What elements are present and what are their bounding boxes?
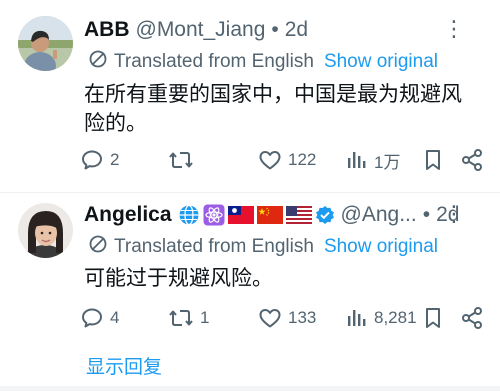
tweet-header: Angelica @Ang... • 2d ⋮: [84, 201, 484, 229]
repost-button[interactable]: [168, 145, 200, 175]
heart-icon: [259, 309, 281, 328]
reply-count: 2: [110, 150, 120, 169]
avatar[interactable]: [18, 16, 73, 71]
name-emojis: [178, 204, 338, 226]
author-name[interactable]: ABB: [84, 18, 130, 42]
share-icon: [462, 149, 482, 171]
repost-icon: [169, 152, 193, 168]
separator-dot: •: [422, 203, 431, 226]
translated-label: Translated from English: [114, 236, 314, 257]
views-count: 8,281: [374, 308, 417, 327]
repost-count: 1: [200, 308, 210, 327]
views-icon: [348, 310, 366, 326]
translation-bar: Translated from English Show original: [88, 49, 438, 75]
reply-button[interactable]: 4: [80, 303, 119, 333]
author-name[interactable]: Angelica: [84, 203, 172, 227]
atom-icon: [203, 204, 225, 226]
translate-off-icon: [88, 234, 108, 260]
translation-bar: Translated from English Show original: [88, 234, 438, 260]
heart-icon: [259, 151, 281, 170]
translate-off-icon: [88, 49, 108, 75]
tweet-text: 在所有重要的国家中，中国是最为规避风险的。: [84, 83, 462, 135]
avatar[interactable]: [18, 203, 73, 258]
more-options-icon[interactable]: ⋮: [443, 201, 466, 227]
bookmark-icon: [426, 150, 440, 170]
share-button[interactable]: [460, 145, 484, 175]
reply-count: 4: [110, 308, 120, 327]
show-original-link[interactable]: Show original: [324, 236, 438, 258]
like-button[interactable]: 122: [258, 145, 316, 175]
bookmark-icon: [426, 308, 440, 328]
reply-icon: [82, 308, 102, 328]
share-button[interactable]: [460, 303, 484, 333]
like-count: 133: [288, 308, 317, 327]
reply-icon: [82, 150, 102, 170]
share-icon: [462, 307, 482, 329]
avatar-image: [18, 203, 73, 258]
like-button[interactable]: 133: [258, 303, 316, 333]
more-options-icon[interactable]: ⋮: [443, 16, 466, 42]
author-handle[interactable]: @Ang...: [341, 203, 417, 227]
taiwan-flag-icon: [227, 206, 254, 224]
usa-flag-icon: [285, 206, 312, 224]
bookmark-button[interactable]: [422, 145, 444, 175]
separator-dot: •: [271, 18, 279, 41]
tweet-text: 可能过于规避风险。: [84, 267, 273, 290]
tweet[interactable]: ABB @Mont_Jiang • 2d ⋮ Translated from E…: [0, 0, 500, 192]
bottom-divider: [0, 386, 500, 391]
tweet-header: ABB @Mont_Jiang • 2d ⋮: [84, 16, 484, 44]
views-button[interactable]: 1万: [346, 145, 400, 175]
globe-icon: [179, 204, 199, 226]
bookmark-button[interactable]: [422, 303, 444, 333]
like-count: 122: [288, 150, 317, 169]
timestamp[interactable]: 2d: [285, 18, 308, 42]
repost-button[interactable]: 1: [168, 303, 209, 333]
repost-icon: [169, 310, 193, 326]
views-button[interactable]: 8,281: [346, 303, 417, 333]
show-original-link[interactable]: Show original: [324, 51, 438, 73]
translated-label: Translated from English: [114, 51, 314, 72]
views-count: 1万: [374, 152, 401, 172]
author-handle[interactable]: @Mont_Jiang: [136, 18, 266, 42]
show-replies-link[interactable]: 显示回复: [86, 352, 162, 379]
reply-button[interactable]: 2: [80, 145, 119, 175]
action-bar: 2 122 1万: [80, 145, 490, 175]
views-icon: [348, 152, 366, 168]
verified-badge-icon: [315, 206, 334, 224]
avatar-image: [18, 16, 73, 71]
action-bar: 4 1 133 8,281: [80, 303, 490, 333]
china-flag-icon: [256, 206, 283, 224]
